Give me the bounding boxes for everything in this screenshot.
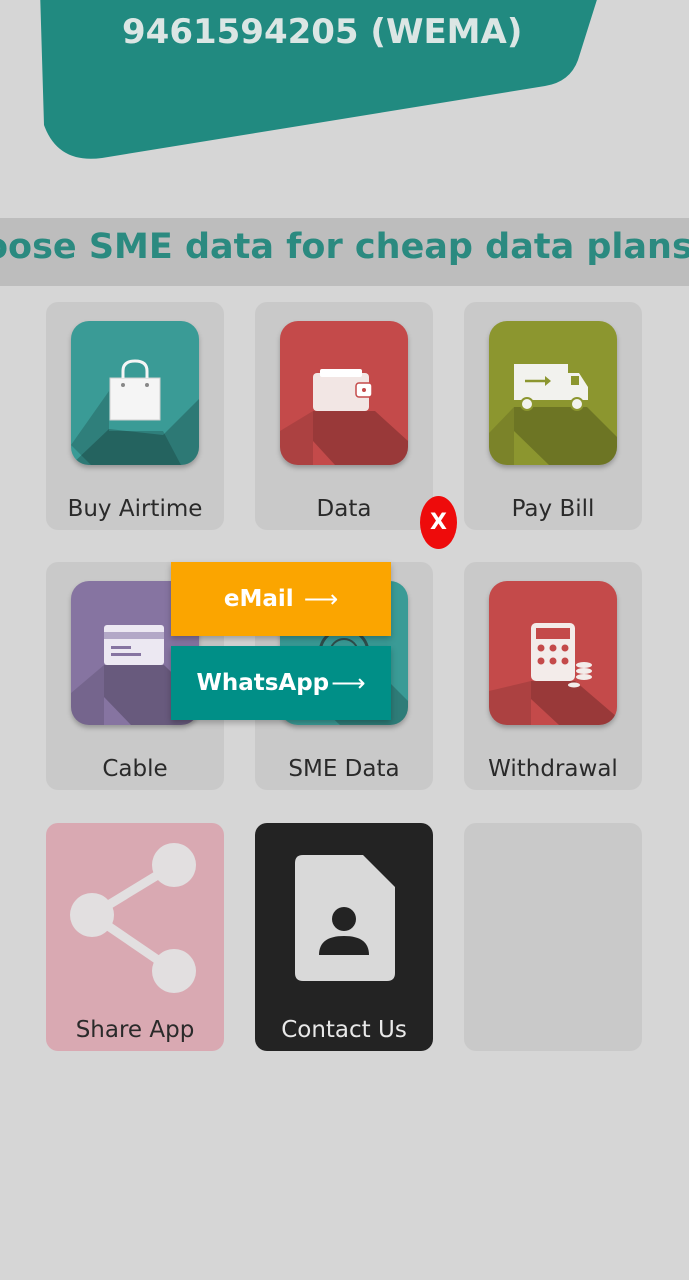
arrow-right-icon: ⟶ — [303, 585, 339, 613]
email-button[interactable]: eMail ⟶ — [171, 562, 391, 636]
data-tile[interactable]: Data — [255, 302, 433, 530]
delivery-truck-icon — [514, 364, 588, 411]
cable-label: Cable — [102, 756, 168, 782]
data-label: Data — [316, 496, 372, 522]
wallet-icon — [313, 369, 373, 411]
account-number: 9461594205 (WEMA) — [122, 12, 523, 52]
account-banner: 9461594205 (WEMA) — [40, 0, 600, 160]
calculator-icon — [531, 623, 592, 688]
shopping-bag-icon — [109, 359, 161, 421]
pay-bill-tile[interactable]: Pay Bill — [464, 302, 642, 530]
contact-us-label: Contact Us — [281, 1017, 407, 1043]
empty-tile — [464, 823, 642, 1051]
whatsapp-label: WhatsApp — [196, 670, 330, 696]
share-app-tile[interactable]: Share App — [46, 823, 224, 1051]
withdrawal-icon-box — [489, 581, 617, 725]
buy-airtime-tile[interactable]: Buy Airtime — [46, 302, 224, 530]
whatsapp-button[interactable]: WhatsApp ⟶ — [171, 646, 391, 720]
contact-us-tile[interactable]: Contact Us — [255, 823, 433, 1051]
arrow-right-icon: ⟶ — [331, 669, 366, 697]
pay-bill-label: Pay Bill — [511, 496, 595, 522]
marquee-text: oose SME data for cheap data plans — [0, 227, 689, 267]
share-app-label: Share App — [75, 1017, 195, 1043]
withdrawal-label: Withdrawal — [488, 756, 618, 782]
announcement-marquee: oose SME data for cheap data plans — [0, 218, 689, 286]
email-label: eMail — [223, 586, 294, 612]
data-icon-box — [280, 321, 408, 465]
buy-airtime-icon-box — [71, 321, 199, 465]
withdrawal-tile[interactable]: Withdrawal — [464, 562, 642, 790]
pay-bill-icon-box — [489, 321, 617, 465]
sme-data-label: SME Data — [288, 756, 400, 782]
close-button[interactable]: X — [420, 496, 457, 549]
buy-airtime-label: Buy Airtime — [67, 496, 203, 522]
